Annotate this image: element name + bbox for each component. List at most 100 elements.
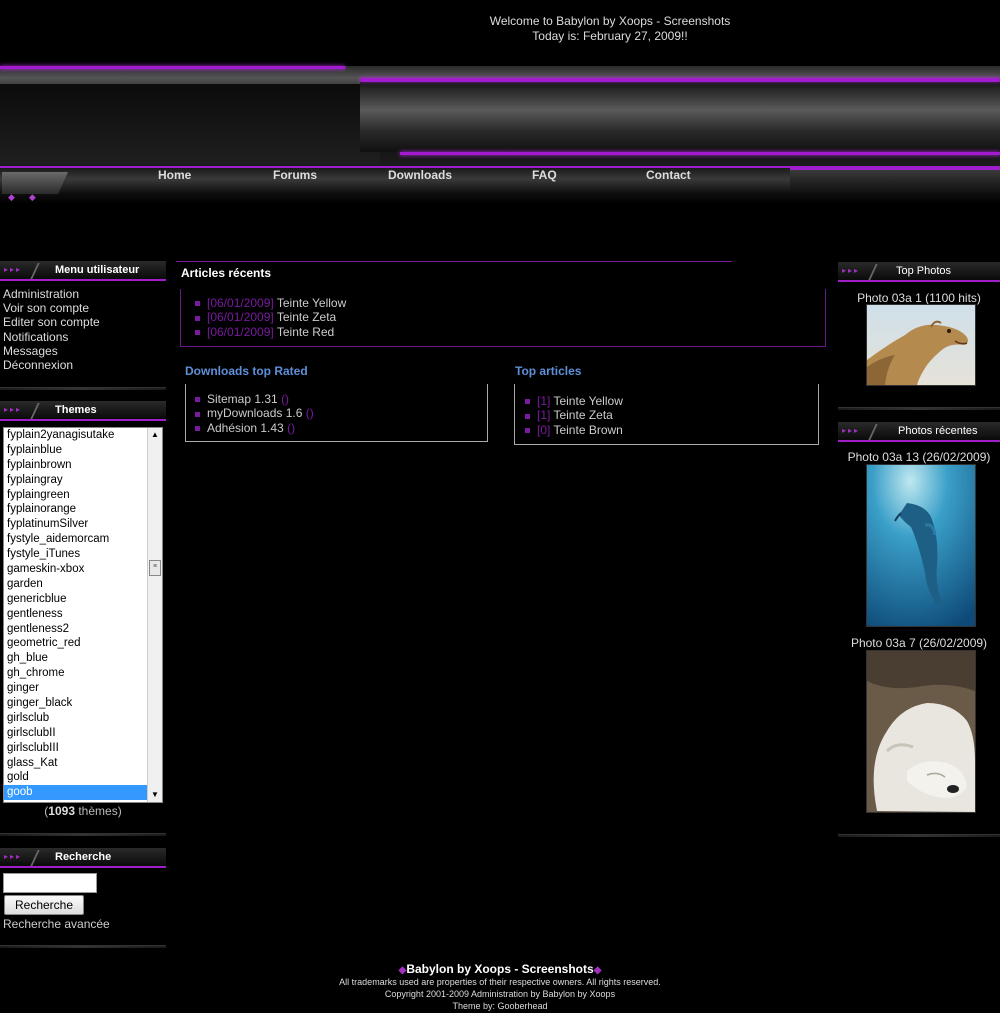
top-articles-box: [1] Teinte Yellow [1] Teinte Zeta [0] Te… xyxy=(514,384,819,445)
scroll-thumb[interactable]: ≡ xyxy=(149,560,161,576)
search-title: Recherche xyxy=(55,851,112,863)
diamond-icon: ◆ xyxy=(593,965,602,976)
themes-header: ▸▸▸ Themes xyxy=(0,401,166,421)
camel-image xyxy=(867,305,975,385)
themes-count-number: 1093 xyxy=(48,804,75,818)
search-header: ▸▸▸ Recherche xyxy=(0,848,166,868)
theme-option[interactable]: fyplainbrown xyxy=(4,458,149,473)
theme-listbox[interactable]: fyplain2yanagisutake fyplainblue fyplainbr… xyxy=(3,427,163,803)
download-link[interactable]: Sitemap 1.31 xyxy=(207,392,278,406)
polar-bear-image xyxy=(867,651,975,812)
scroll-up-icon[interactable]: ▲ xyxy=(148,428,162,442)
theme-option[interactable]: genericblue xyxy=(4,592,149,607)
nav-contact[interactable]: Contact xyxy=(646,168,691,182)
theme-option[interactable]: fyplainblue xyxy=(4,443,149,458)
article-link[interactable]: Teinte Yellow xyxy=(277,296,346,310)
user-menu-title: Menu utilisateur xyxy=(55,264,140,276)
article-link[interactable]: Teinte Zeta xyxy=(277,310,336,324)
top-article-link[interactable]: Teinte Zeta xyxy=(553,408,612,422)
arrow-icons: ▸▸▸ xyxy=(4,265,23,274)
list-item: [1] Teinte Zeta xyxy=(525,408,623,422)
theme-option[interactable]: glass_Kat xyxy=(4,756,149,771)
theme-option[interactable]: gentleness xyxy=(4,607,149,622)
arrow-icons: ▸▸▸ xyxy=(4,852,23,861)
theme-scrollbar[interactable]: ▲ ≡ ▼ xyxy=(147,428,162,802)
top-articles-title: Top articles xyxy=(515,364,582,378)
top-article-link[interactable]: Teinte Yellow xyxy=(553,394,622,408)
list-item: [06/01/2009] Teinte Red xyxy=(195,325,346,339)
scroll-down-icon[interactable]: ▼ xyxy=(148,788,162,802)
theme-option[interactable]: gh_blue xyxy=(4,651,149,666)
menu-messages[interactable]: Messages xyxy=(3,344,163,358)
footer-trademarks: All trademarks used are properties of th… xyxy=(339,977,661,987)
theme-option[interactable]: fyplaingreen xyxy=(4,488,149,503)
nav-forums[interactable]: Forums xyxy=(273,168,317,182)
downloads-list: Sitemap 1.31 () myDownloads 1.6 () Adhés… xyxy=(195,392,314,435)
download-link[interactable]: Adhésion 1.43 xyxy=(207,421,284,435)
nav-faq[interactable]: FAQ xyxy=(532,168,557,182)
themes-count-suffix: thèmes) xyxy=(78,804,122,818)
theme-option[interactable]: girlsclub xyxy=(4,711,149,726)
download-link[interactable]: myDownloads 1.6 xyxy=(207,406,302,420)
top-article-link[interactable]: Teinte Brown xyxy=(553,423,622,437)
theme-option[interactable]: girlsclubIII xyxy=(4,741,149,756)
advanced-search-link[interactable]: Recherche avancée xyxy=(3,917,110,931)
camel-photo[interactable] xyxy=(866,304,976,386)
polar-bear-photo[interactable] xyxy=(866,650,976,813)
photo-caption: Photo 03a 7 (26/02/2009) xyxy=(850,636,988,650)
theme-option[interactable]: ginger xyxy=(4,681,149,696)
theme-option[interactable]: goob xyxy=(4,785,149,801)
today-date: Today is: February 27, 2009!! xyxy=(532,29,688,43)
theme-option[interactable]: gold xyxy=(4,770,149,785)
photo-caption: Photo 03a 1 (1100 hits) xyxy=(857,291,981,305)
recent-articles-box: [06/01/2009] Teinte Yellow [06/01/2009] … xyxy=(180,289,826,347)
dolphin-photo[interactable] xyxy=(866,464,976,627)
top-photos-header: ▸▸▸ Top Photos xyxy=(838,262,1000,282)
dolphin-image xyxy=(867,465,975,626)
menu-notifications[interactable]: Notifications xyxy=(3,330,163,344)
article-date: [06/01/2009] xyxy=(207,324,274,339)
top-articles-list: [1] Teinte Yellow [1] Teinte Zeta [0] Te… xyxy=(525,394,623,437)
recent-photos-title: Photos récentes xyxy=(898,425,978,437)
nav-downloads[interactable]: Downloads xyxy=(388,168,452,182)
theme-option[interactable]: fyplain2yanagisutake xyxy=(4,428,149,443)
theme-option[interactable]: ginger_black xyxy=(4,696,149,711)
theme-option[interactable]: girlsclubII xyxy=(4,726,149,741)
page-footer: ◆Babylon by Xoops - Screenshots◆ All tra… xyxy=(300,962,700,1012)
welcome-text: Welcome to Babylon by Xoops - Screenshot… xyxy=(489,14,731,28)
user-menu-header: ▸▸▸ Menu utilisateur xyxy=(0,261,166,281)
theme-option[interactable]: gameskin-xbox xyxy=(4,562,149,577)
themes-count: (1093 thèmes) xyxy=(44,804,122,818)
list-item: [06/01/2009] Teinte Yellow xyxy=(195,296,346,310)
theme-option[interactable]: gentleness2 xyxy=(4,622,149,637)
list-item: [0] Teinte Brown xyxy=(525,423,623,437)
search-button[interactable]: Recherche xyxy=(4,895,84,915)
search-input[interactable] xyxy=(3,873,97,893)
theme-option[interactable]: fystyle_iTunes xyxy=(4,547,149,562)
photo-caption: Photo 03a 13 (26/02/2009) xyxy=(847,450,991,464)
footer-theme-by: Theme by: Gooberhead xyxy=(452,1001,548,1011)
menu-logout[interactable]: Déconnexion xyxy=(3,358,163,372)
list-item: myDownloads 1.6 () xyxy=(195,406,314,420)
welcome-banner: Welcome to Babylon by Xoops - Screenshot… xyxy=(420,14,800,44)
article-link[interactable]: Teinte Red xyxy=(277,325,334,339)
menu-administration[interactable]: Administration xyxy=(3,287,163,301)
theme-option[interactable]: fystyle_aidemorcam xyxy=(4,532,149,547)
user-menu: Administration Voir son compte Editer so… xyxy=(3,287,163,372)
theme-option[interactable]: geometric_red xyxy=(4,636,149,651)
theme-options: fyplain2yanagisutake fyplainblue fyplainbr… xyxy=(4,428,149,801)
main-nav: Home Forums Downloads FAQ Contact xyxy=(120,168,740,184)
arrow-icons: ▸▸▸ xyxy=(4,405,23,414)
theme-option[interactable]: fyplatinumSilver xyxy=(4,517,149,532)
theme-option[interactable]: fyplainorange xyxy=(4,502,149,517)
list-item: [1] Teinte Yellow xyxy=(525,394,623,408)
arrow-icons: ▸▸▸ xyxy=(842,266,861,275)
theme-option[interactable]: fyplaingray xyxy=(4,473,149,488)
menu-edit-account[interactable]: Editer son compte xyxy=(3,315,163,329)
arrow-icons: ▸▸▸ xyxy=(842,426,861,435)
nav-home[interactable]: Home xyxy=(158,168,191,182)
theme-option[interactable]: gh_chrome xyxy=(4,666,149,681)
menu-view-account[interactable]: Voir son compte xyxy=(3,301,163,315)
footer-title: ◆Babylon by Xoops - Screenshots◆ xyxy=(398,962,602,976)
theme-option[interactable]: garden xyxy=(4,577,149,592)
